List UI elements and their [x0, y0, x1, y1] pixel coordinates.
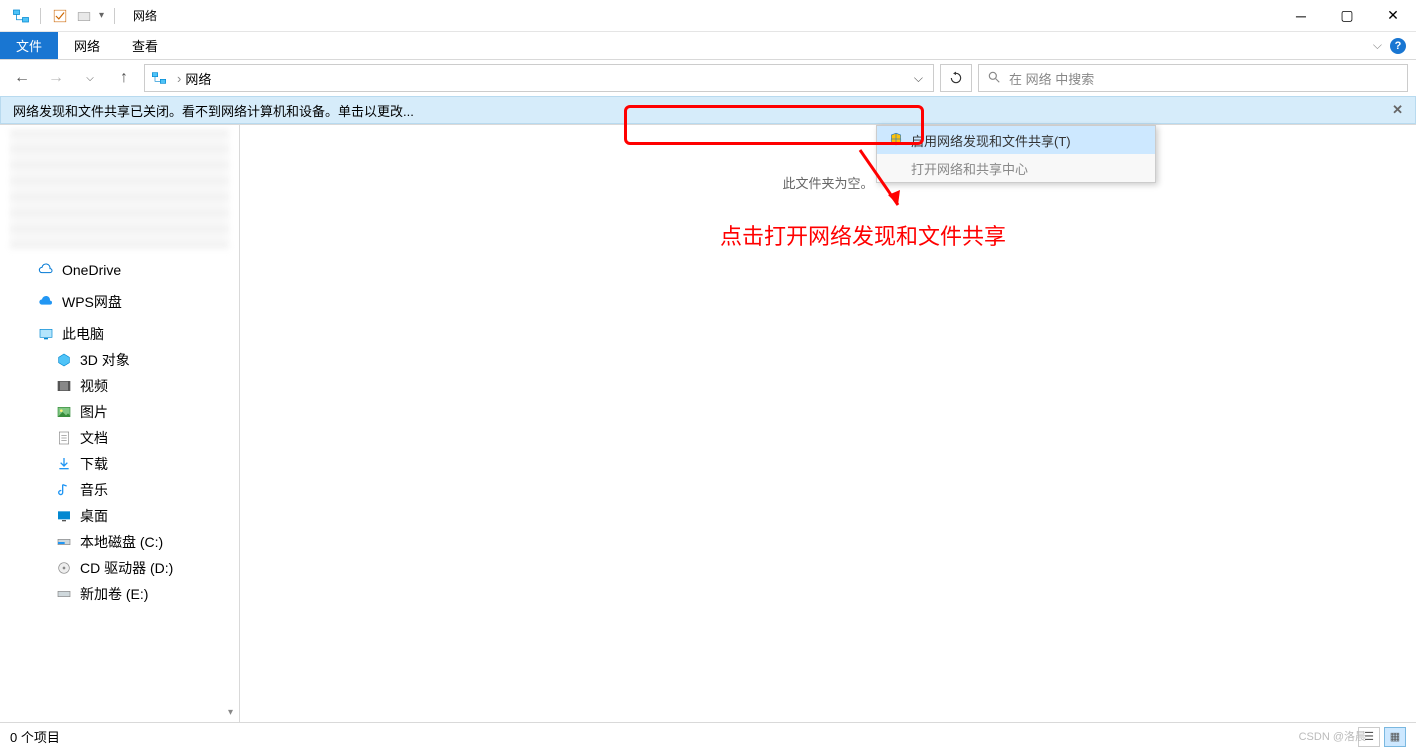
info-bar[interactable]: 网络发现和文件共享已关闭。看不到网络计算机和设备。单击以更改... ✕: [0, 96, 1416, 124]
onedrive-icon: [38, 262, 54, 278]
quickaccess-blurred: [10, 129, 229, 249]
sidebar-item-drive-d[interactable]: CD 驱动器 (D:): [0, 555, 239, 581]
sidebar-item-onedrive[interactable]: OneDrive: [0, 257, 239, 283]
sidebar-label: CD 驱动器 (D:): [80, 558, 173, 578]
sidebar-label: 文档: [80, 428, 108, 448]
search-placeholder: 在 网络 中搜索: [1009, 69, 1094, 88]
view-icons-button[interactable]: ▦: [1384, 727, 1406, 747]
sidebar-item-music[interactable]: 音乐: [0, 477, 239, 503]
sidebar-item-downloads[interactable]: 下载: [0, 451, 239, 477]
desktop-icon: [56, 508, 72, 524]
pictures-icon: [56, 404, 72, 420]
sidebar-label: 视频: [80, 376, 108, 396]
pc-icon: [38, 326, 54, 342]
window-title: 网络: [133, 7, 157, 24]
documents-icon: [56, 430, 72, 446]
sidebar-label: OneDrive: [62, 262, 121, 278]
menu-enable-network-discovery[interactable]: 启用网络发现和文件共享(T): [877, 126, 1155, 154]
ribbon-tabs: 文件 网络 查看 ⌵ ?: [0, 32, 1416, 60]
breadcrumb-text[interactable]: 网络: [185, 69, 211, 88]
3d-icon: [56, 352, 72, 368]
watermark: CSDN @洛晨: [1299, 728, 1366, 744]
tab-network[interactable]: 网络: [58, 32, 116, 59]
search-icon: [987, 70, 1001, 87]
sidebar-label: 桌面: [80, 506, 108, 526]
tab-view[interactable]: 查看: [116, 32, 174, 59]
video-icon: [56, 378, 72, 394]
sidebar-label: 图片: [80, 402, 108, 422]
sidebar-item-wps[interactable]: WPS网盘: [0, 289, 239, 315]
refresh-button[interactable]: [940, 64, 972, 92]
sidebar-item-drive-e[interactable]: 新加卷 (E:): [0, 581, 239, 607]
sidebar-label: 本地磁盘 (C:): [80, 532, 163, 552]
sidebar-item-desktop[interactable]: 桌面: [0, 503, 239, 529]
sidebar-item-pictures[interactable]: 图片: [0, 399, 239, 425]
menu-item-label: 打开网络和共享中心: [911, 159, 1028, 178]
minimize-button[interactable]: ─: [1278, 0, 1324, 32]
context-menu: 启用网络发现和文件共享(T) 打开网络和共享中心: [876, 125, 1156, 183]
content-pane[interactable]: 此文件夹为空。 启用网络发现和文件共享(T) 打开网络和共享中心 点击打开网络发…: [240, 125, 1416, 722]
menu-open-sharing-center[interactable]: 打开网络和共享中心: [877, 154, 1155, 182]
close-button[interactable]: ✕: [1370, 0, 1416, 32]
sidebar-label: 下载: [80, 454, 108, 474]
sidebar-label: 3D 对象: [80, 350, 130, 370]
sidebar-scroll-down-icon[interactable]: ▾: [228, 707, 233, 718]
shield-icon: [889, 132, 903, 149]
drive-icon: [56, 534, 72, 550]
navigation-bar: ← → ⌵ ↑ › 网络 ⌵ 在 网络 中搜索: [0, 60, 1416, 96]
address-bar[interactable]: › 网络 ⌵: [144, 64, 934, 92]
wps-cloud-icon: [38, 294, 54, 310]
info-bar-text: 网络发现和文件共享已关闭。看不到网络计算机和设备。单击以更改...: [13, 101, 414, 120]
title-bar: ▾ 网络 ─ ▢ ✕: [0, 0, 1416, 32]
address-dropdown-icon[interactable]: ⌵: [910, 71, 927, 86]
history-dropdown[interactable]: ⌵: [76, 64, 104, 92]
drive-icon: [56, 586, 72, 602]
sidebar-item-videos[interactable]: 视频: [0, 373, 239, 399]
empty-folder-text: 此文件夹为空。: [782, 173, 873, 192]
up-button[interactable]: ↑: [110, 64, 138, 92]
qat-checkbox-icon[interactable]: [51, 7, 69, 25]
sidebar-item-thispc[interactable]: 此电脑: [0, 321, 239, 347]
address-network-icon: [151, 70, 167, 86]
qat-folder-icon[interactable]: [75, 7, 93, 25]
cd-drive-icon: [56, 560, 72, 576]
tab-file[interactable]: 文件: [0, 32, 58, 59]
search-input[interactable]: 在 网络 中搜索: [978, 64, 1408, 92]
help-icon[interactable]: ?: [1390, 38, 1406, 54]
sidebar-label: 新加卷 (E:): [80, 584, 148, 604]
sidebar-item-documents[interactable]: 文档: [0, 425, 239, 451]
back-button[interactable]: ←: [8, 64, 36, 92]
network-app-icon: [12, 7, 30, 25]
sidebar-label: 音乐: [80, 480, 108, 500]
forward-button[interactable]: →: [42, 64, 70, 92]
sidebar-label: WPS网盘: [62, 292, 122, 312]
sidebar-item-3dobjects[interactable]: 3D 对象: [0, 347, 239, 373]
breadcrumb-separator-icon: ›: [177, 71, 181, 86]
sidebar-label: 此电脑: [62, 324, 104, 344]
qat-dropdown-icon[interactable]: ▾: [99, 10, 104, 21]
annotation-text: 点击打开网络发现和文件共享: [720, 219, 1006, 251]
menu-item-label: 启用网络发现和文件共享(T): [911, 131, 1071, 150]
maximize-button[interactable]: ▢: [1324, 0, 1370, 32]
downloads-icon: [56, 456, 72, 472]
music-icon: [56, 482, 72, 498]
navigation-sidebar: OneDrive WPS网盘 此电脑 3D 对象 视频 图片 文档 下载: [0, 125, 240, 722]
ribbon-collapse-icon[interactable]: ⌵: [1373, 38, 1382, 53]
status-item-count: 0 个项目: [10, 727, 60, 746]
status-bar: 0 个项目 ☰ ▦: [0, 722, 1416, 750]
sidebar-item-drive-c[interactable]: 本地磁盘 (C:): [0, 529, 239, 555]
info-bar-close-icon[interactable]: ✕: [1392, 102, 1403, 118]
